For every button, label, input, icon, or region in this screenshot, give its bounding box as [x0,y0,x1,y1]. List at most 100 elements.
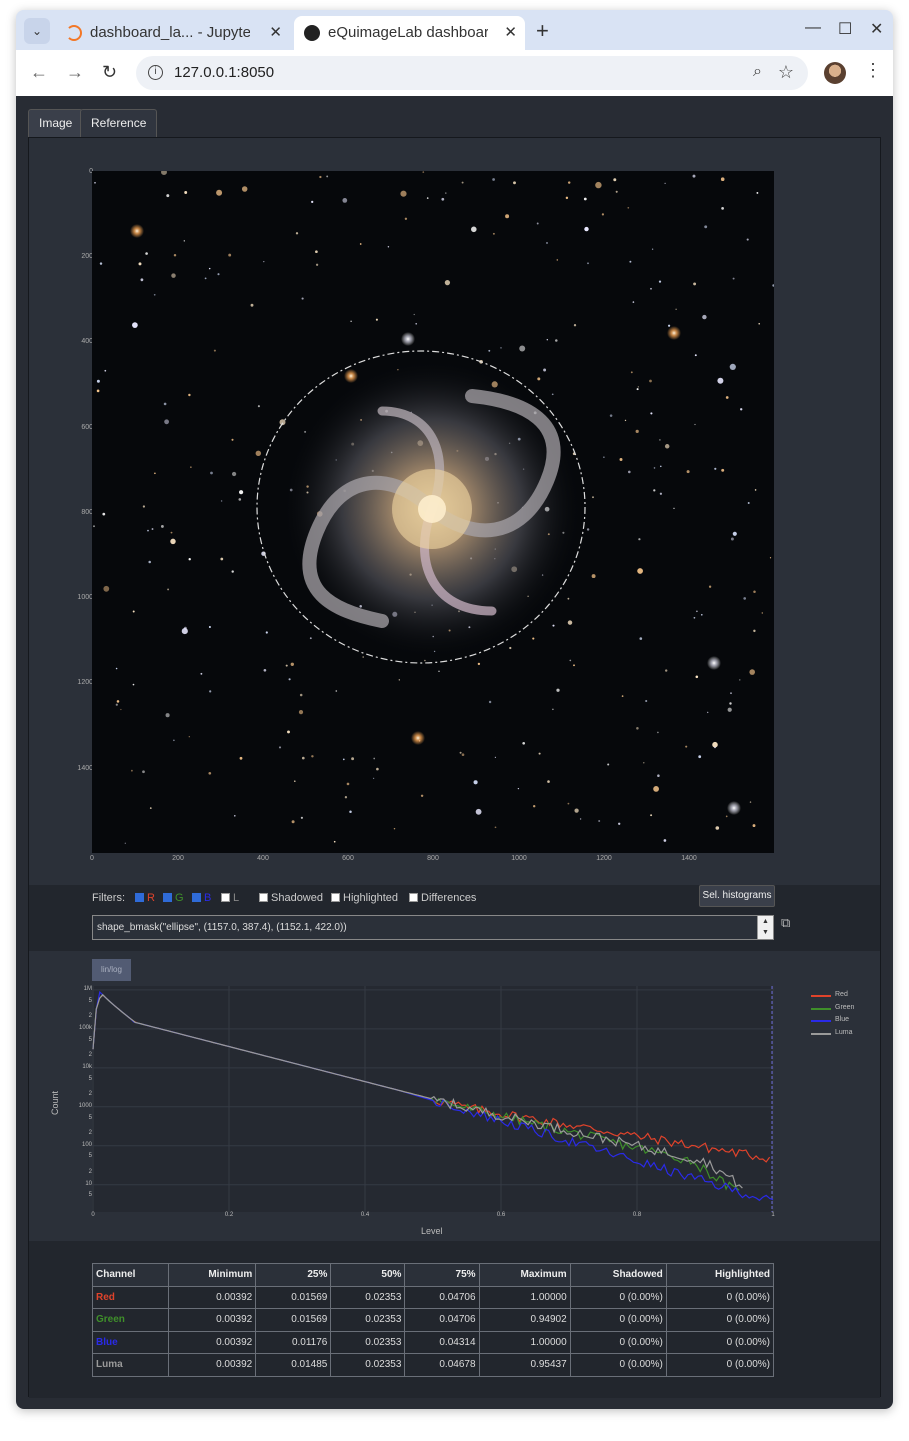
tab-reference[interactable]: Reference [80,109,158,137]
table-cell: 0.04706 [404,1285,480,1309]
url-text[interactable]: 127.0.0.1:8050 [174,64,274,81]
galaxy-image-svg [93,171,774,844]
y-tick: 10k [82,1063,92,1070]
filters-label: Filters: [92,892,125,904]
histogram-plot[interactable] [92,986,774,1225]
close-tab-icon[interactable]: ✕ [269,23,282,41]
table-cell: 0.02353 [330,1353,406,1377]
table-cell: 0.00392 [168,1285,257,1309]
x-tick: 600 [342,855,354,862]
table-cell: 0 (0.00%) [569,1353,667,1377]
checkbox-icon[interactable] [221,893,230,902]
filters-bar: Filters: R G B L Shadowed Highlighted Di… [29,885,880,951]
minimize-button[interactable]: — [805,19,821,37]
y-tick: 100k [78,1024,92,1031]
zoom-icon[interactable]: ⌕ [753,63,762,81]
browser-menu-icon[interactable]: ⋮ [864,60,882,81]
close-tab-icon[interactable]: ✕ [504,23,517,41]
new-tab-button[interactable]: + [536,18,549,44]
table-cell: 0 (0.00%) [569,1330,667,1354]
table-cell: 0.02353 [330,1285,406,1309]
table-row: Blue 0.00392 0.01176 0.02353 0.04314 1.0… [91,1330,775,1354]
checkbox-icon[interactable] [259,893,268,902]
channel-name: Blue [91,1330,170,1354]
filter-r[interactable]: R [135,892,155,904]
table-row: Red 0.00392 0.01569 0.02353 0.04706 1.00… [91,1285,775,1309]
address-bar[interactable]: i 127.0.0.1:8050 ⌕ ☆ [136,56,808,90]
table-cell: 0.94902 [478,1308,571,1332]
x-tick: 0 [90,855,94,862]
maximize-button[interactable]: ☐ [838,19,852,39]
site-info-icon[interactable]: i [148,65,163,80]
forward-arrow-icon[interactable]: → [66,62,84,83]
legend-item-red[interactable]: Red [811,991,854,1004]
table-cell: 0 (0.00%) [665,1353,775,1377]
channel-name: Luma [91,1353,170,1377]
filter-g[interactable]: G [163,892,184,904]
column-header: Maximum [478,1263,571,1287]
y-tick: 5 [88,1114,92,1121]
image-viewer: 0 200 400 600 800 1000 1200 1400 [29,138,880,885]
checkbox-checked-icon[interactable] [163,893,172,902]
y-tick: 5 [88,997,92,1004]
tab-jupyter[interactable]: dashboard_la... - Jupyter ✕ [56,16,290,50]
profile-avatar[interactable] [824,62,846,84]
table-cell: 0.01485 [255,1353,332,1377]
filter-differences[interactable]: Differences [409,892,476,904]
histogram-svg [92,986,774,1225]
y-tick: 400 [81,338,93,345]
table-cell: 0.00392 [168,1330,257,1354]
legend-item-luma[interactable]: Luma [811,1029,854,1042]
tab-equimagelab[interactable]: eQuimageLab dashboard ✕ [294,16,525,50]
table-cell: 0.04314 [404,1330,480,1354]
table-cell: 0.01569 [255,1308,332,1332]
checkbox-checked-icon[interactable] [135,893,144,902]
browser-window: ⌄ dashboard_la... - Jupyter ✕ eQuimageLa… [16,10,893,1409]
filter-shadowed[interactable]: Shadowed [259,892,323,904]
spinner-arrows-icon[interactable]: ▲ ▼ [757,916,773,939]
filter-l[interactable]: L [221,892,239,904]
table-cell: 0 (0.00%) [569,1308,667,1332]
table-cell: 0.00392 [168,1308,257,1332]
table-cell: 0.95437 [478,1353,571,1377]
table-header-row: Channel Minimum 25% 50% 75% Maximum Shad… [91,1263,775,1287]
y-tick: 1200 [77,679,93,686]
tab-image[interactable]: Image [28,109,84,137]
filter-b[interactable]: B [192,892,211,904]
shape-input[interactable]: shape_bmask("ellipse", (1157.0, 387.4), … [92,915,774,940]
table-cell: 0.02353 [330,1308,406,1332]
checkbox-icon[interactable] [331,893,340,902]
copy-icon[interactable]: ⧉ [781,915,790,931]
table-cell: 0 (0.00%) [665,1330,775,1354]
close-window-button[interactable]: ✕ [870,19,883,39]
tab-search-chevron-icon[interactable]: ⌄ [24,18,50,44]
filter-highlighted[interactable]: Highlighted [331,892,398,904]
checkbox-checked-icon[interactable] [192,893,201,902]
back-arrow-icon[interactable]: ← [30,62,48,83]
sel-histograms-button[interactable]: Sel. histograms [699,885,775,907]
column-header: Shadowed [569,1263,667,1287]
lin-log-toggle[interactable]: lin/log [92,959,131,981]
astro-image[interactable] [92,171,774,853]
table-cell: 1.00000 [478,1330,571,1354]
column-header: 50% [330,1263,406,1287]
column-header: 75% [404,1263,480,1287]
channel-name: Red [91,1285,170,1309]
y-tick: 1000 [78,1102,92,1109]
y-tick: 1000 [77,594,93,601]
y-tick: 2 [88,1130,92,1137]
bookmark-star-icon[interactable]: ☆ [778,62,794,83]
x-tick: 0.8 [632,1212,642,1218]
reload-icon[interactable]: ↻ [102,62,117,83]
y-tick: 5 [88,1192,92,1199]
checkbox-icon[interactable] [409,893,418,902]
table-cell: 0 (0.00%) [665,1285,775,1309]
shape-input-value[interactable]: shape_bmask("ellipse", (1157.0, 387.4), … [97,922,347,933]
y-tick: 1400 [77,765,93,772]
table-cell: 0.00392 [168,1353,257,1377]
table-cell: 0.01176 [255,1330,332,1354]
x-tick: 1200 [596,855,612,862]
legend-item-green[interactable]: Green [811,1004,854,1017]
legend-item-blue[interactable]: Blue [811,1016,854,1029]
histogram-y-label: Count [50,1090,61,1116]
